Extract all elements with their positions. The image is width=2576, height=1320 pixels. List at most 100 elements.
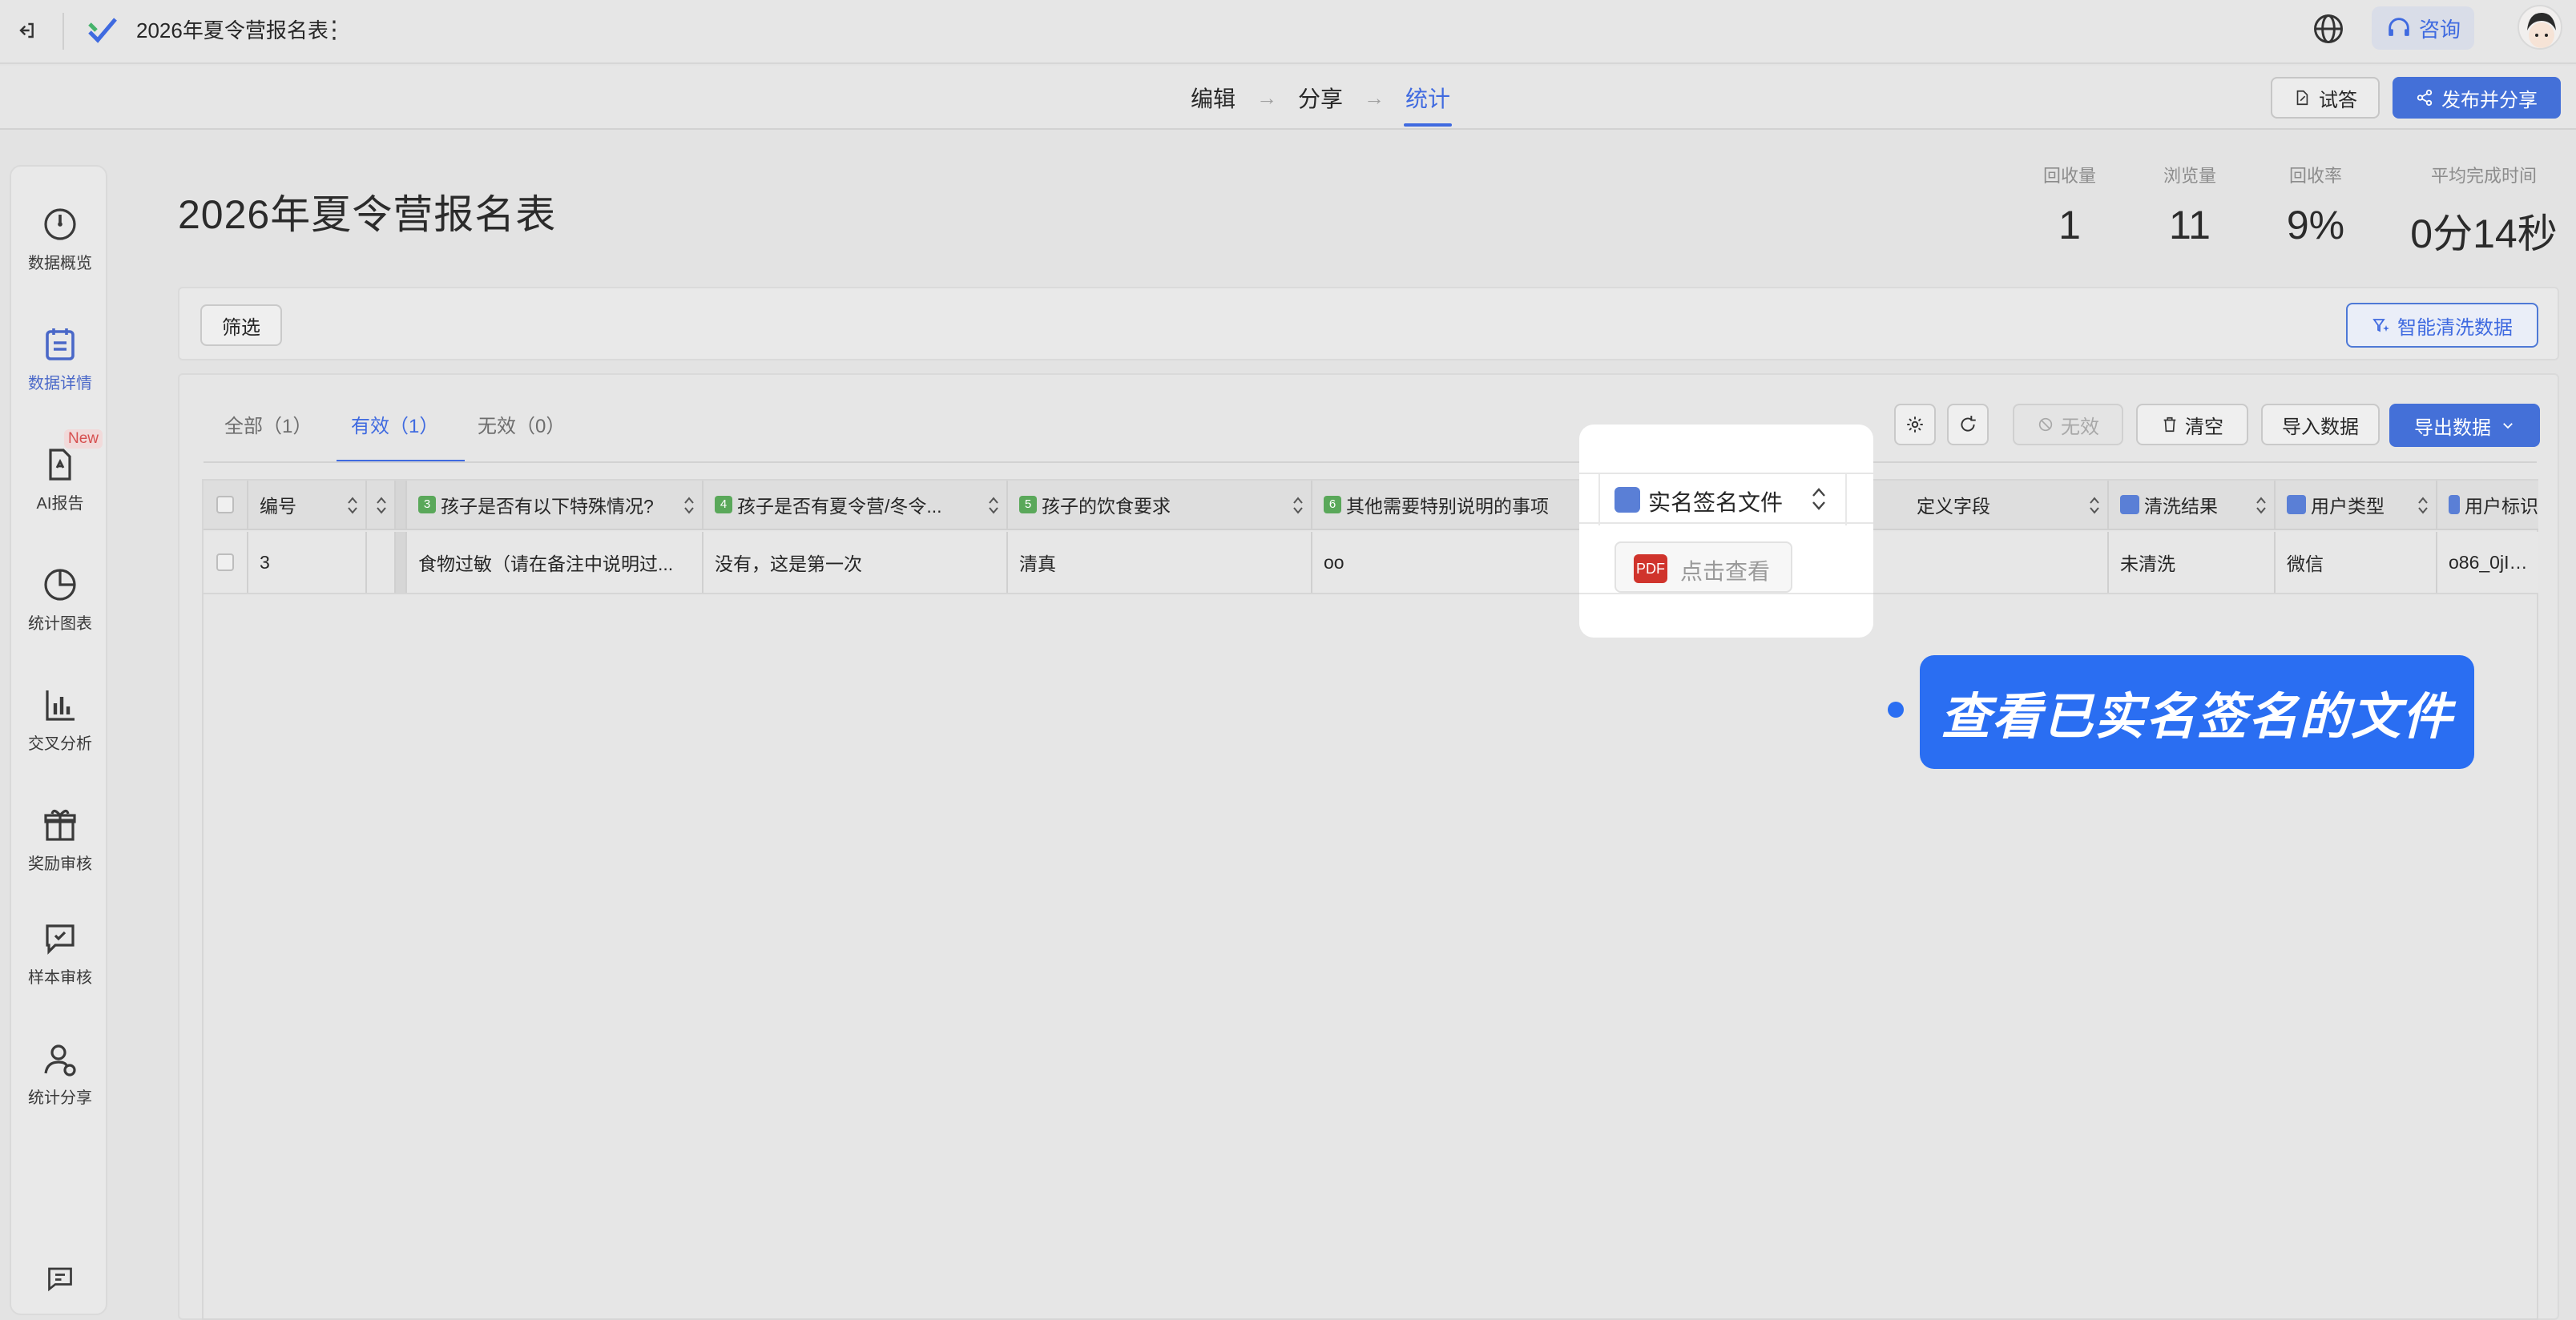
- cell-clean-result: 未清洗: [2109, 532, 2276, 593]
- view-file-label: 点击查看: [1680, 559, 1771, 584]
- select-all-cell: [204, 481, 248, 529]
- dashboard-icon: [44, 208, 76, 240]
- filter-button[interactable]: 筛选: [200, 304, 282, 346]
- cell-q5: 清真: [1008, 532, 1312, 593]
- tab-invalid[interactable]: 无效（0）: [478, 410, 604, 468]
- arrow-right-icon: →: [1256, 85, 1278, 110]
- step-stats[interactable]: 统计: [1404, 82, 1453, 127]
- import-data-button[interactable]: 导入数据: [2261, 404, 2380, 445]
- gear-icon: [1907, 417, 1923, 433]
- sort-icon[interactable]: [2088, 493, 2101, 517]
- column-splitter: [396, 532, 407, 593]
- settings-button[interactable]: [1894, 404, 1936, 445]
- exit-icon[interactable]: [18, 18, 43, 43]
- sort-icon[interactable]: [346, 493, 359, 517]
- sidebar-item-label: 样本审核: [28, 969, 92, 987]
- sidebar-item-overview[interactable]: 数据概览: [11, 199, 109, 295]
- user-share-icon: [44, 1044, 76, 1077]
- column-header-signed-file[interactable]: 实名签名文件: [1579, 473, 1873, 525]
- sort-icon[interactable]: [2255, 493, 2268, 517]
- cell-user-id: o86_0jIVQXPwGic: [2449, 551, 2538, 573]
- select-all-checkbox[interactable]: [216, 496, 234, 513]
- row-checkbox[interactable]: [216, 553, 234, 571]
- sort-icon[interactable]: [2417, 493, 2429, 517]
- sort-icon[interactable]: [375, 493, 388, 517]
- tab-valid[interactable]: 有效（1）: [337, 410, 478, 468]
- share-icon: [2417, 89, 2433, 107]
- column-header-id[interactable]: 编号: [248, 481, 367, 529]
- stat-label: 回收量: [2042, 166, 2096, 186]
- try-answer-button[interactable]: 试答: [2271, 77, 2380, 119]
- step-bar: 编辑 → 分享 → 统计 试答 发布并分享: [0, 66, 2576, 130]
- column-header-hidden[interactable]: [367, 481, 396, 529]
- page-title: 2026年夏令营报名表: [178, 192, 557, 237]
- view-signed-file-button[interactable]: PDF 点击查看: [1615, 541, 1792, 593]
- consult-button[interactable]: 咨询: [2372, 6, 2474, 50]
- feedback-icon[interactable]: [46, 1264, 75, 1293]
- sidebar-item-label: 统计分享: [28, 1089, 92, 1107]
- filter-bar: 筛选 智能清洗数据: [178, 287, 2559, 360]
- cell-custom-field: [1905, 532, 2109, 593]
- stat-responses: 回收量 1: [2034, 162, 2106, 248]
- column-header-q3[interactable]: 3 孩子是否有以下特殊情况?: [407, 481, 703, 529]
- smart-clean-button[interactable]: 智能清洗数据: [2346, 303, 2538, 348]
- export-data-label: 导出数据: [2414, 417, 2491, 439]
- sidebar-item-cross-analysis[interactable]: 交叉分析: [11, 679, 109, 775]
- globe-icon[interactable]: [2311, 11, 2346, 46]
- pie-chart-icon: [44, 569, 76, 601]
- step-edit[interactable]: 编辑: [1191, 82, 1236, 114]
- pdf-icon: PDF: [1634, 554, 1667, 583]
- step-share[interactable]: 分享: [1298, 82, 1343, 114]
- chevron-down-icon: [2503, 423, 2513, 429]
- column-splitter[interactable]: [396, 481, 407, 529]
- cell-hidden: [367, 532, 396, 593]
- stat-value: 9%: [2286, 203, 2345, 248]
- spotlight-signed-file-column: 实名签名文件 PDF 点击查看: [1579, 425, 1873, 638]
- callout-pointer-dot: [1888, 702, 1904, 718]
- mark-invalid-button[interactable]: 无效: [2013, 404, 2123, 445]
- column-header-custom-field[interactable]: 定义字段: [1905, 481, 2109, 529]
- stat-value: 1: [2058, 203, 2081, 248]
- refresh-button[interactable]: [1947, 404, 1989, 445]
- status-tabs: 全部（1） 有效（1） 无效（0）: [224, 410, 604, 468]
- more-menu-icon[interactable]: ⋮: [322, 16, 346, 45]
- column-header-q5[interactable]: 5 孩子的饮食要求: [1008, 481, 1312, 529]
- export-data-button[interactable]: 导出数据: [2389, 404, 2540, 447]
- sidebar-item-details[interactable]: 数据详情: [11, 319, 109, 415]
- user-field-icon: [2287, 495, 2306, 514]
- sidebar-item-stats-share[interactable]: 统计分享: [11, 1033, 109, 1129]
- sidebar-item-charts[interactable]: 统计图表: [11, 559, 109, 655]
- sidebar-item-label: 统计图表: [28, 615, 92, 633]
- column-header-q4[interactable]: 4 孩子是否有夏令营/冬令...: [703, 481, 1008, 529]
- filter-field-icon: [1615, 487, 1640, 513]
- sidebar-item-ai-report[interactable]: New AI报告: [11, 429, 109, 535]
- stat-label: 回收率: [2288, 166, 2342, 186]
- stat-value: 11: [2169, 203, 2211, 248]
- clear-button[interactable]: 清空: [2136, 404, 2248, 445]
- sort-icon[interactable]: [1292, 493, 1304, 517]
- smart-clean-label: 智能清洗数据: [2397, 316, 2513, 339]
- ban-icon: [2038, 417, 2053, 432]
- sidebar-item-reward-review[interactable]: 奖励审核: [11, 799, 109, 895]
- sidebar-item-sample-review[interactable]: 样本审核: [11, 913, 109, 1009]
- sort-icon[interactable]: [683, 493, 695, 517]
- sort-icon[interactable]: [1810, 484, 1828, 514]
- column-header-clean-result[interactable]: 清洗结果: [2109, 481, 2276, 529]
- left-sidebar: 数据概览 数据详情 New AI报告 统计图表 交叉分析 奖励审核 样本审核 统…: [10, 165, 107, 1315]
- table-row[interactable]: 3 食物过敏（请在备注中说明过... 没有，这是第一次 清真 oo 未清洗 微信…: [204, 532, 2538, 594]
- tab-all[interactable]: 全部（1）: [224, 410, 351, 468]
- publish-share-button[interactable]: 发布并分享: [2393, 77, 2561, 119]
- sidebar-item-label: 交叉分析: [28, 735, 92, 753]
- clear-label: 清空: [2185, 416, 2223, 438]
- sidebar-item-label: 数据详情: [28, 375, 92, 392]
- refresh-icon: [1961, 416, 1976, 432]
- column-header-user-id[interactable]: 用户标识: [2437, 481, 2538, 529]
- gift-icon: [44, 809, 76, 841]
- sort-icon[interactable]: [987, 493, 1000, 517]
- column-header-q6[interactable]: 6 其他需要特别说明的事项: [1312, 481, 1606, 529]
- top-bar: 2026年夏令营报名表 ⋮ 咨询: [0, 0, 2576, 64]
- callout-tooltip: 查看已实名签名的文件: [1920, 655, 2474, 769]
- cell-id: 3: [248, 532, 367, 593]
- column-header-user-type[interactable]: 用户类型: [2276, 481, 2437, 529]
- avatar[interactable]: [2518, 5, 2562, 50]
